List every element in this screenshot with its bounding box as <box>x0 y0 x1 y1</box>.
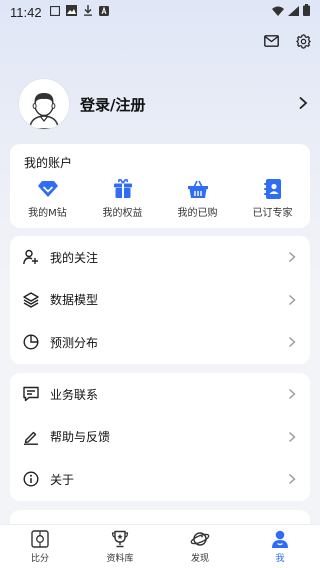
menu-item-data-model[interactable]: 数据模型 <box>10 279 310 322</box>
trophy-icon <box>110 529 130 549</box>
battery-icon <box>303 4 310 20</box>
account-item-label: 我的已购 <box>177 208 218 219</box>
info-icon <box>22 470 40 488</box>
account-item-label: 我的M钻 <box>28 208 67 219</box>
edit-icon <box>22 428 40 446</box>
menu-item-label: 预测分布 <box>50 335 99 350</box>
account-card: 我的账户 我的M钻 我的权益 我的已购 已订专家 <box>10 144 310 228</box>
tab-label: 资料库 <box>106 554 134 564</box>
avatar[interactable] <box>18 78 70 130</box>
menu-item-label: 数据模型 <box>50 293 99 308</box>
mail-icon[interactable] <box>262 32 280 50</box>
default-avatar-icon <box>29 93 59 129</box>
chevron-right-icon <box>288 388 296 400</box>
contact-book-icon <box>262 178 284 200</box>
menu-item-following[interactable]: 我的关注 <box>10 236 310 279</box>
chevron-right-icon <box>288 473 296 485</box>
planet-icon <box>190 529 210 549</box>
layers-icon <box>22 291 40 309</box>
chevron-right-icon[interactable] <box>298 95 308 114</box>
chevron-right-icon <box>288 251 296 263</box>
basket-icon <box>187 178 209 200</box>
score-icon <box>30 529 50 549</box>
app-a-icon <box>98 5 109 20</box>
account-item-purchased[interactable]: 我的已购 <box>160 178 235 219</box>
account-item-subscribed-experts[interactable]: 已订专家 <box>235 178 310 219</box>
menu-item-label: 业务联系 <box>50 387 99 402</box>
status-time: 11:42 <box>10 4 42 20</box>
image-icon <box>65 4 77 20</box>
notification-square-icon <box>49 5 60 20</box>
status-system-icons <box>272 4 310 20</box>
menu-item-prediction-distribution[interactable]: 预测分布 <box>10 321 310 364</box>
account-item-benefits[interactable]: 我的权益 <box>85 178 160 219</box>
menu-item-business-contact[interactable]: 业务联系 <box>10 373 310 416</box>
tab-label: 我 <box>275 554 285 564</box>
menu-item-label: 关于 <box>50 472 75 487</box>
profile-login-row[interactable]: 登录/注册 <box>18 78 308 130</box>
signal-icon <box>288 5 299 20</box>
account-item-label: 我的权益 <box>102 208 143 219</box>
menu-group-2: 业务联系 帮助与反馈 关于 <box>10 373 310 501</box>
chevron-right-icon <box>288 294 296 306</box>
tab-score[interactable]: 比分 <box>0 525 80 568</box>
user-add-icon <box>22 248 40 266</box>
bottom-tab-bar: 比分 资料库 发现 我 <box>0 524 320 568</box>
menu-item-label: 我的关注 <box>50 250 99 265</box>
download-icon <box>83 4 93 20</box>
settings-gear-icon[interactable] <box>294 32 312 50</box>
pie-chart-icon <box>22 333 40 351</box>
login-register-label[interactable]: 登录/注册 <box>80 94 145 115</box>
account-item-label: 已订专家 <box>252 208 293 219</box>
gift-icon <box>112 178 134 200</box>
account-title: 我的账户 <box>24 156 73 170</box>
account-item-diamonds[interactable]: 我的M钻 <box>10 178 85 219</box>
status-notification-icons <box>49 4 109 20</box>
tab-label: 比分 <box>30 554 49 564</box>
menu-item-about[interactable]: 关于 <box>10 458 310 501</box>
status-bar: 11:42 <box>0 0 320 24</box>
tab-database[interactable]: 资料库 <box>80 525 160 568</box>
tab-discover[interactable]: 发现 <box>160 525 240 568</box>
chevron-right-icon <box>288 336 296 348</box>
wifi-icon <box>272 5 284 20</box>
person-icon <box>270 529 290 549</box>
diamond-icon <box>37 178 59 200</box>
chevron-right-icon <box>288 431 296 443</box>
menu-item-help-feedback[interactable]: 帮助与反馈 <box>10 416 310 459</box>
menu-group-1: 我的关注 数据模型 预测分布 <box>10 236 310 364</box>
message-icon <box>22 385 40 403</box>
menu-item-label: 帮助与反馈 <box>50 430 111 445</box>
top-actions <box>262 32 312 50</box>
tab-label: 发现 <box>190 554 209 564</box>
account-items: 我的M钻 我的权益 我的已购 已订专家 <box>10 178 310 219</box>
tab-me[interactable]: 我 <box>240 525 320 568</box>
